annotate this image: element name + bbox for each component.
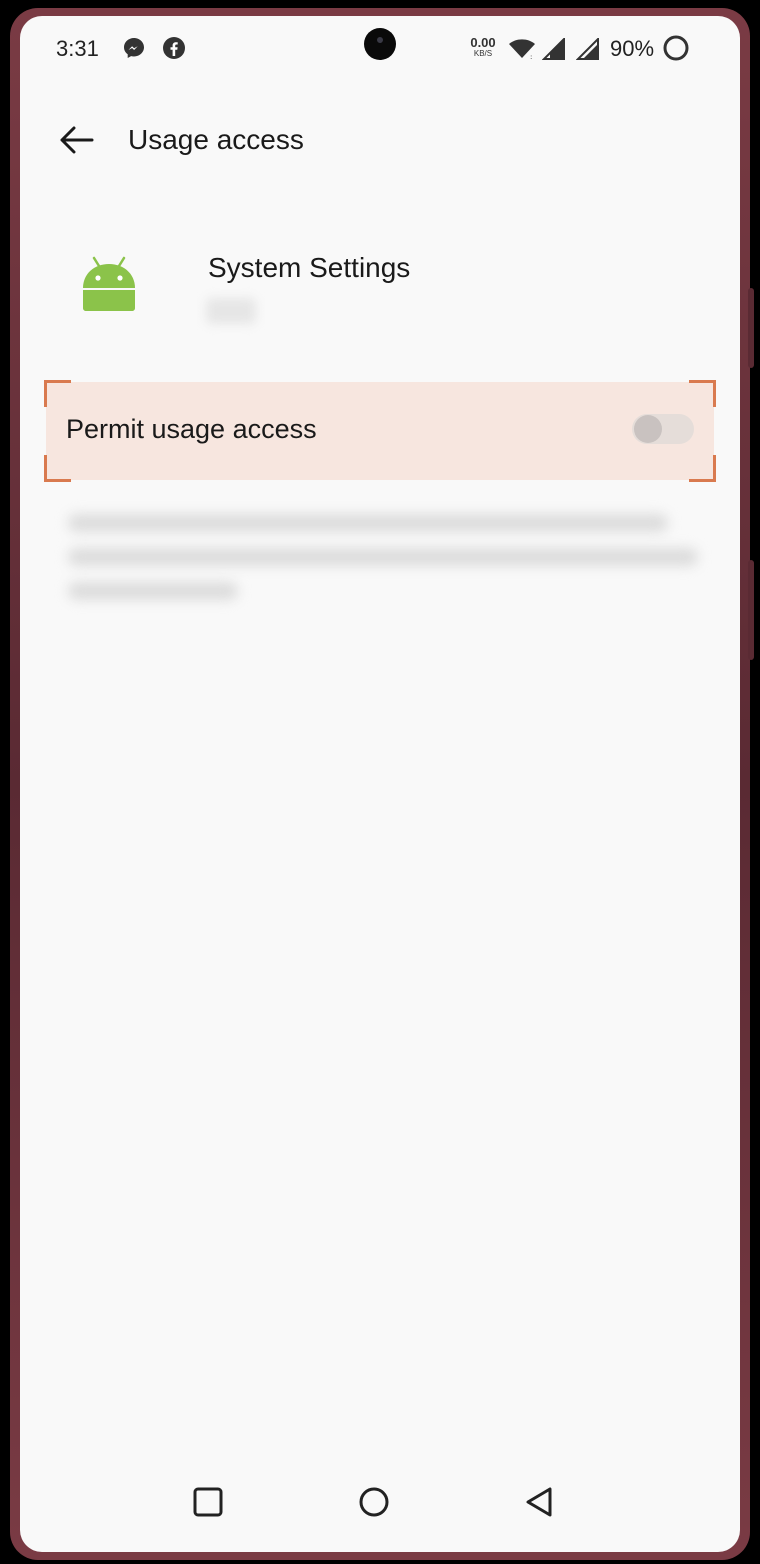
page-title: Usage access bbox=[128, 124, 304, 155]
permit-usage-access-row[interactable]: Permit usage access bbox=[44, 380, 716, 482]
side-button-upper bbox=[748, 288, 754, 368]
app-info: System Settings bbox=[20, 240, 740, 350]
signal-icon-2 bbox=[575, 36, 600, 65]
description-blurred bbox=[64, 510, 704, 610]
battery-percent: 90% bbox=[610, 36, 655, 61]
home-icon[interactable] bbox=[356, 1484, 392, 1520]
toggle-knob bbox=[634, 415, 662, 443]
network-speed-value: 0.00 bbox=[470, 35, 496, 50]
network-speed: 0.00 KB/S bbox=[466, 36, 500, 58]
highlight-corner-top-right bbox=[689, 380, 716, 407]
app-name: System Settings bbox=[208, 252, 411, 283]
front-camera bbox=[364, 28, 396, 60]
navigation-bar bbox=[20, 1462, 740, 1552]
highlight-corner-bottom-right bbox=[689, 455, 716, 482]
highlight-corner-top-left bbox=[44, 380, 71, 407]
app-header: Usage access bbox=[20, 108, 740, 172]
wifi-icon: : bbox=[508, 38, 536, 65]
recent-apps-icon[interactable] bbox=[190, 1484, 226, 1520]
battery-ring-icon bbox=[662, 34, 690, 67]
messenger-icon bbox=[122, 36, 146, 65]
arrow-left-icon bbox=[56, 126, 96, 164]
status-time: 3:31 bbox=[56, 36, 99, 61]
permit-usage-access-label: Permit usage access bbox=[66, 414, 317, 444]
highlight-corner-bottom-left bbox=[44, 455, 71, 482]
facebook-icon bbox=[162, 36, 186, 65]
app-version-blurred bbox=[206, 298, 256, 324]
permit-usage-access-toggle[interactable] bbox=[632, 414, 694, 444]
blur-line bbox=[68, 514, 668, 532]
network-speed-unit: KB/S bbox=[473, 49, 493, 58]
blur-line bbox=[68, 582, 238, 600]
back-button[interactable] bbox=[56, 120, 100, 160]
android-icon bbox=[78, 252, 140, 314]
screen: 3:31 0.00 KB/S : 90% Usage access System… bbox=[20, 16, 740, 1552]
blur-line bbox=[68, 548, 698, 566]
side-button-lower bbox=[748, 560, 754, 660]
signal-icon bbox=[541, 36, 566, 65]
status-bar: 3:31 0.00 KB/S : 90% bbox=[20, 16, 740, 80]
svg-text::: : bbox=[530, 53, 532, 60]
back-triangle-icon[interactable] bbox=[522, 1484, 558, 1520]
